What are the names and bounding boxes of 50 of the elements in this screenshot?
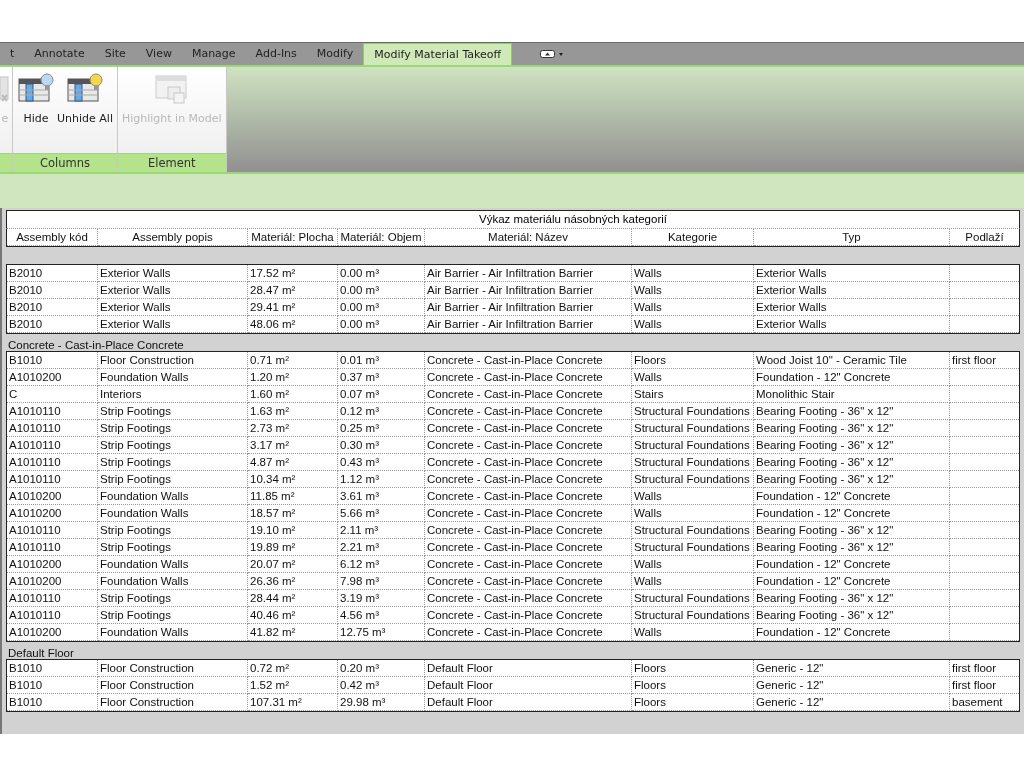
- column-header[interactable]: Materiál: Plocha: [248, 229, 338, 246]
- column-header[interactable]: Typ: [754, 229, 950, 246]
- panel-label-bar: [0, 153, 12, 172]
- table-cell: Air Barrier - Air Infiltration Barrier: [425, 316, 632, 333]
- table-cell: 48.06 m²: [248, 316, 338, 333]
- column-header[interactable]: Materiál: Objem: [338, 229, 425, 246]
- table-cell: 12.75 m³: [338, 624, 425, 641]
- ribbon-tab[interactable]: t: [0, 43, 25, 65]
- table-cell: Walls: [632, 624, 754, 641]
- ribbon-tab[interactable]: Annotate: [24, 43, 95, 65]
- group-header: Default Floor: [7, 647, 74, 659]
- table-cell: Generic - 12": [754, 694, 950, 711]
- column-header[interactable]: Podlaží: [950, 229, 1019, 246]
- table-cell: Exterior Walls: [754, 316, 950, 333]
- ribbon-button[interactable]: Unhide All: [57, 73, 113, 153]
- ribbon-tab[interactable]: Add-Ins: [245, 43, 307, 65]
- table-cell: 0.00 m³: [338, 316, 425, 333]
- table-cell: Default Floor: [425, 694, 632, 711]
- ribbon-button[interactable]: Hide: [17, 73, 55, 153]
- column-header[interactable]: Assembly kód: [7, 229, 98, 246]
- column-header[interactable]: Assembly popis: [98, 229, 248, 246]
- ribbon-tab[interactable]: View: [135, 43, 182, 65]
- ribbon-tab[interactable]: Modify: [306, 43, 364, 65]
- table-cell: Walls: [632, 316, 754, 333]
- panel-toggle-icon: [540, 49, 565, 59]
- highlight-icon: [153, 73, 190, 105]
- schedule-title: Výkaz materiálu násobných kategorií: [6, 210, 1020, 228]
- table-cell: 29.98 m³: [338, 694, 425, 711]
- table-bulb-icon: [18, 73, 54, 105]
- table-cell: 107.31 m²: [248, 694, 338, 711]
- table-cell: Exterior Walls: [98, 316, 248, 333]
- table-cell: A1010200: [7, 624, 98, 641]
- panel-label: Columns: [13, 153, 117, 172]
- ribbon-tab[interactable]: Modify Material Takeoff: [363, 43, 513, 65]
- table-cell: Concrete - Cast-in-Place Concrete: [425, 624, 632, 641]
- ribbon-tab[interactable]: Manage: [181, 43, 246, 65]
- table-cell: B2010: [7, 316, 98, 333]
- column-header[interactable]: Kategorie: [632, 229, 754, 246]
- table-cell: 41.82 m²: [248, 624, 338, 641]
- table-cell: Floor Construction: [98, 694, 248, 711]
- table-cell: Foundation - 12" Concrete: [754, 624, 950, 641]
- table-cell: Floors: [632, 694, 754, 711]
- table-cell: basement: [950, 694, 1019, 711]
- table-cell: B1010: [7, 694, 98, 711]
- column-header[interactable]: Materiál: Název: [425, 229, 632, 246]
- ribbon-tab[interactable]: Site: [94, 43, 136, 65]
- table-cell: Foundation Walls: [98, 624, 248, 641]
- table-bulb-icon: [66, 73, 103, 105]
- panel-label: Element: [117, 153, 226, 172]
- group-header: Concrete - Cast-in-Place Concrete: [7, 339, 184, 351]
